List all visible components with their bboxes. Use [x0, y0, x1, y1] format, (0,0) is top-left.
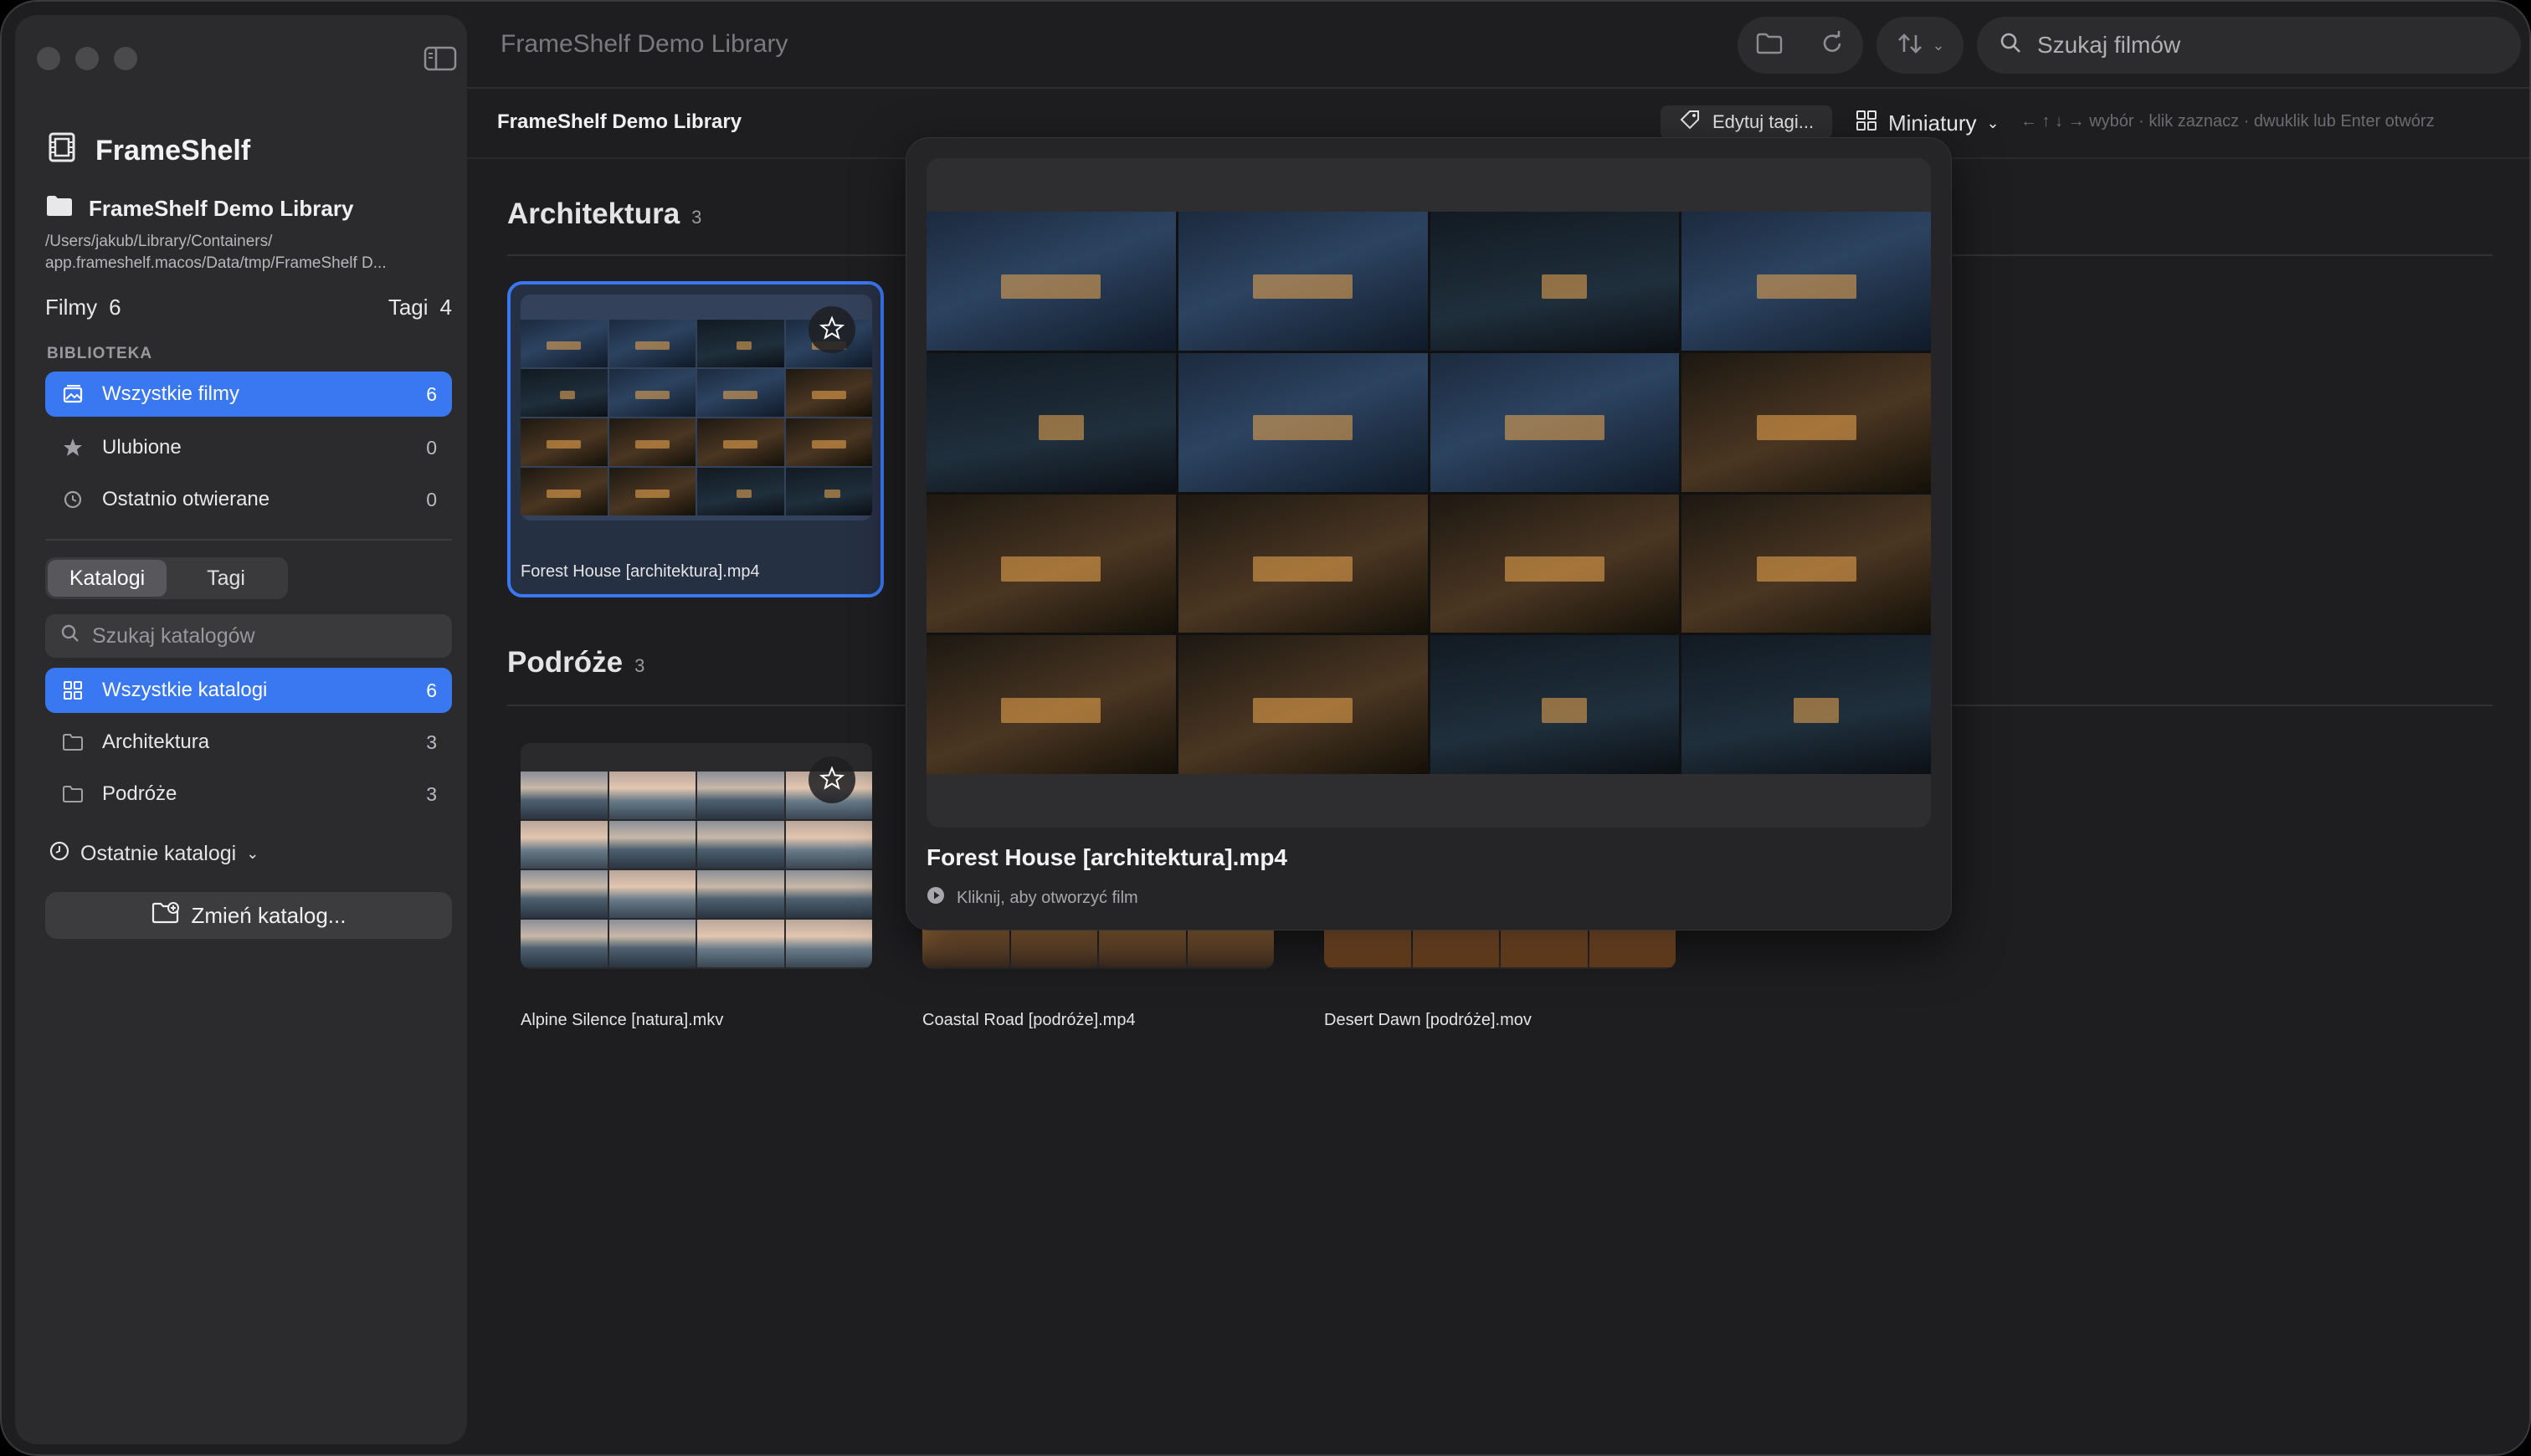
- content-library-title: FrameShelf Demo Library: [497, 110, 742, 133]
- play-circle-icon: [927, 886, 945, 910]
- group-count: 3: [634, 655, 645, 676]
- library-path: /Users/jakub/Library/Containers/ app.fra…: [45, 231, 455, 274]
- tab-catalogs[interactable]: Katalogi: [48, 560, 167, 597]
- sidebar-item-label: Architektura: [102, 731, 210, 753]
- divider: [467, 87, 2529, 89]
- film-card-name: Desert Dawn [podróże].mov: [1324, 1011, 1532, 1029]
- edit-tags-button[interactable]: Edytuj tagi...: [1661, 105, 1833, 139]
- sidebar: FrameShelf FrameShelf Demo Library /User…: [15, 15, 467, 1444]
- sidebar-item-label: Ostatnio otwierane: [102, 488, 270, 510]
- folder-icon: [60, 730, 85, 755]
- catalog-search-placeholder: Szukaj katalogów: [92, 623, 255, 648]
- app-window: FrameShelf FrameShelf Demo Library /User…: [0, 0, 2531, 1456]
- preview-hint-text: Kliknij, aby otworzyć film: [957, 888, 1138, 907]
- change-catalog-button[interactable]: Zmień katalog...: [45, 892, 452, 939]
- library-path-line: app.frameshelf.macos/Data/tmp/FrameShelf…: [45, 254, 387, 272]
- chevron-down-icon: ⌄: [1986, 115, 2000, 131]
- sidebar-item-recently-opened[interactable]: Ostatnio otwierane 0: [45, 477, 452, 522]
- sidebar-item-label: Wszystkie filmy: [102, 382, 239, 405]
- favorite-star-button[interactable]: [809, 756, 855, 803]
- sidebar-item-label: Ulubione: [102, 436, 182, 459]
- sidebar-item-all-catalogs[interactable]: Wszystkie katalogi 6: [45, 668, 452, 713]
- change-catalog-label: Zmień katalog...: [191, 902, 347, 928]
- star-outline-icon: [819, 315, 845, 345]
- sidebar-item-label: Wszystkie katalogi: [102, 679, 268, 701]
- film-preview-popover[interactable]: Forest House [architektura].mp4 Kliknij,…: [906, 137, 1952, 931]
- film-card-name: Alpine Silence [natura].mkv: [521, 1011, 724, 1029]
- folder-icon: [45, 194, 74, 223]
- view-mode-menu[interactable]: Miniatury ⌄: [1855, 109, 2000, 138]
- refresh-icon[interactable]: [1817, 28, 1847, 63]
- film-card-name: Forest House [architektura].mp4: [521, 562, 760, 581]
- search-icon: [60, 623, 92, 649]
- sidebar-toggle-icon[interactable]: [424, 45, 457, 72]
- group-title-text: Podróże: [507, 646, 624, 679]
- toolbar-actions: [1738, 17, 1863, 74]
- zoom-window-button[interactable]: [114, 47, 137, 70]
- chevron-down-icon: ⌄: [1932, 36, 1945, 54]
- recent-catalogs-menu[interactable]: Ostatnie katalogi ⌄: [49, 840, 259, 868]
- window-title: FrameShelf Demo Library: [501, 30, 788, 58]
- sidebar-item-podroze[interactable]: Podróże 3: [45, 772, 452, 817]
- library-counts: Filmy 6 Tagi 4: [45, 295, 452, 320]
- catalog-search-input[interactable]: Szukaj katalogów: [45, 614, 452, 658]
- recent-catalogs-label: Ostatnie katalogi: [80, 842, 237, 865]
- preview-contact-sheet: [927, 158, 1931, 828]
- sidebar-item-count: 6: [426, 679, 437, 701]
- star-icon: [60, 435, 85, 460]
- photo-library-icon: [60, 382, 85, 407]
- chevron-down-icon: ⌄: [246, 845, 259, 862]
- group-title-text: Architektura: [507, 197, 680, 230]
- tab-tags[interactable]: Tagi: [167, 560, 285, 597]
- sidebar-item-favorites[interactable]: Ulubione 0: [45, 425, 452, 470]
- app-title: FrameShelf: [45, 131, 250, 172]
- section-label-library: BIBLIOTEKA: [47, 345, 153, 362]
- edit-tags-label: Edytuj tagi...: [1712, 111, 1815, 132]
- minimize-window-button[interactable]: [75, 47, 99, 70]
- clock-history-icon: [60, 487, 85, 512]
- folder-add-icon: [151, 901, 180, 931]
- sidebar-item-architektura[interactable]: Architektura 3: [45, 720, 452, 765]
- clock-icon: [49, 840, 70, 868]
- divider: [45, 539, 452, 541]
- library-path-line: /Users/jakub/Library/Containers/: [45, 233, 273, 250]
- grid-icon: [60, 678, 85, 703]
- sidebar-item-count: 6: [426, 382, 437, 405]
- search-icon: [1999, 31, 2037, 60]
- group-title-architektura: Architektura 3: [507, 197, 701, 231]
- sort-arrows-icon: [1895, 28, 1925, 63]
- folder-icon[interactable]: [1754, 28, 1784, 63]
- sort-menu[interactable]: ⌄: [1876, 17, 1964, 74]
- view-mode-label: Miniatury: [1888, 110, 1977, 136]
- sidebar-item-count: 3: [426, 782, 437, 805]
- film-search-input[interactable]: Szukaj filmów: [1977, 17, 2521, 74]
- film-search-placeholder: Szukaj filmów: [2037, 32, 2181, 58]
- sidebar-item-count: 0: [426, 488, 437, 510]
- catalog-tag-segmented-control: Katalogi Tagi: [45, 557, 288, 599]
- folder-icon: [60, 782, 85, 807]
- group-count: 3: [691, 207, 702, 228]
- preview-title: Forest House [architektura].mp4: [927, 844, 1287, 870]
- library-name-text: FrameShelf Demo Library: [89, 196, 354, 221]
- favorite-star-button[interactable]: [809, 306, 855, 353]
- sidebar-item-all-films[interactable]: Wszystkie filmy 6: [45, 372, 452, 417]
- close-window-button[interactable]: [37, 47, 60, 70]
- preview-hint: Kliknij, aby otworzyć film: [927, 886, 1138, 910]
- keyboard-hints: ← ↑ ↓ → wybór · klik zaznacz · dwuklik l…: [2020, 112, 2435, 131]
- sidebar-item-count: 0: [426, 436, 437, 459]
- films-count: Filmy 6: [45, 295, 121, 320]
- tag-icon: [1679, 109, 1701, 136]
- group-title-podroze: Podróże 3: [507, 646, 644, 679]
- star-outline-icon: [819, 765, 845, 795]
- film-reel-icon: [45, 131, 79, 172]
- sidebar-item-count: 3: [426, 731, 437, 753]
- app-name: FrameShelf: [95, 135, 251, 167]
- grid-icon: [1855, 109, 1878, 138]
- film-card-name: Coastal Road [podróże].mp4: [922, 1011, 1136, 1029]
- tags-count: Tagi 4: [388, 295, 452, 320]
- library-name: FrameShelf Demo Library: [45, 194, 353, 223]
- sidebar-item-label: Podróże: [102, 782, 177, 805]
